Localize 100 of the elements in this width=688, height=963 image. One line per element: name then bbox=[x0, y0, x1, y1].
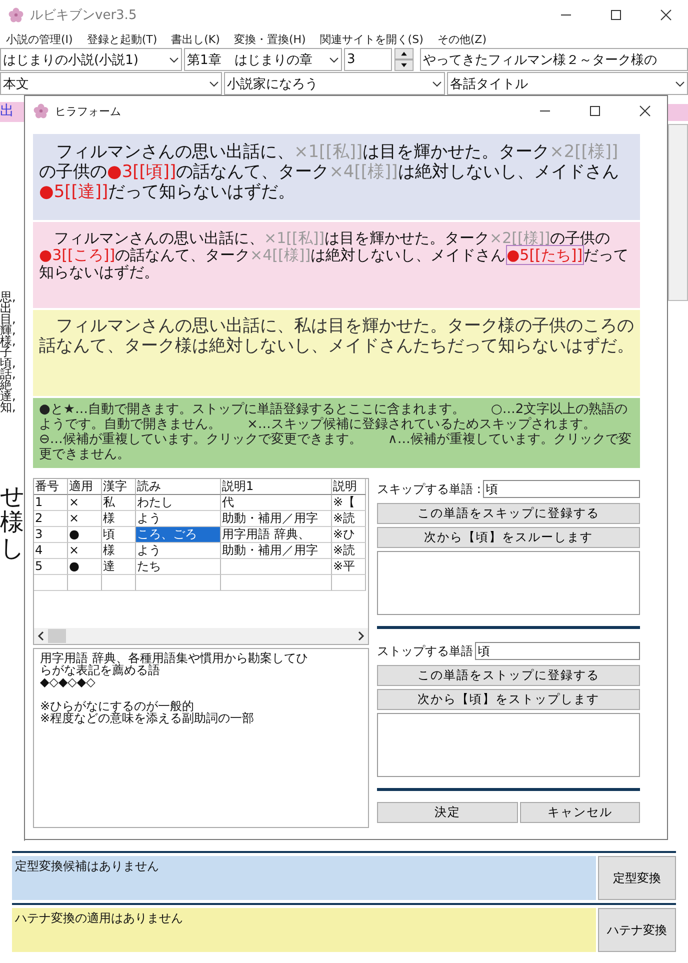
episode-number-field[interactable]: 3 bbox=[344, 48, 392, 71]
dialog-button[interactable]: キャンセル bbox=[520, 802, 640, 823]
table-cell: 用字用語 辞典、 bbox=[221, 527, 332, 543]
menu-item[interactable]: 変換・置換(H) bbox=[234, 32, 306, 46]
column-header[interactable]: 説明 bbox=[332, 479, 366, 495]
table-cell: 助動・補用／用字 bbox=[221, 511, 332, 527]
table-cell: ● bbox=[68, 527, 102, 543]
output-tab[interactable]: 出 bbox=[0, 102, 24, 122]
convert-button[interactable]: ハテナ変換 bbox=[598, 908, 676, 952]
detail-text: ※程度などの意味を添える副助詞の一部 bbox=[40, 712, 254, 724]
column-header[interactable]: 読み bbox=[136, 479, 221, 495]
reading-text-panel: フィルマンさんの思い出話に、×1[[私]]は目を輝かせた。ターク×2[[様]]の子供の ●3[[ころ]]の話なんて、ターク×4[[様]]は絶対しないし、メイドさん●5[[たち]]だって知らないはずだ。 bbox=[33, 222, 640, 308]
table-cell: × bbox=[68, 543, 102, 559]
table-cell: ※読 bbox=[332, 543, 366, 559]
column-header[interactable]: 漢字 bbox=[102, 479, 136, 495]
episode-title-field[interactable]: やってきたフィルマン様２～ターク様の bbox=[420, 48, 688, 71]
table-cell: 3 bbox=[34, 527, 68, 543]
column-header[interactable]: 番号 bbox=[34, 479, 68, 495]
spinner-icon[interactable] bbox=[394, 48, 414, 71]
scroll-thumb[interactable] bbox=[48, 629, 66, 643]
table-cell: ※ひ bbox=[332, 527, 366, 543]
table-cell: よう bbox=[136, 543, 221, 559]
caret-icon bbox=[432, 80, 442, 86]
close-icon[interactable] bbox=[639, 105, 651, 117]
dialog-title: ヒラフォーム bbox=[55, 104, 121, 118]
table-cell: 私 bbox=[102, 495, 136, 511]
legend-panel: ●と★…自動で開きます。ストップに単語登録するとここに含まれます。 ○…2文字以上の熟語のようです。自動で開きません。 ×…スキップ候補に登録されているためスキップされます。 ⊖…候補が重複しています。クリックで変更できます。 ∧…候補が重複しています。クリックで変更できません。 bbox=[33, 398, 640, 468]
maximize-icon[interactable] bbox=[610, 9, 622, 21]
column-header[interactable]: 説明1 bbox=[221, 479, 332, 495]
table-cell bbox=[332, 575, 366, 591]
skip-button[interactable]: 次から【頃】をスルーします bbox=[377, 527, 640, 548]
flower-icon bbox=[33, 103, 49, 119]
table-cell: 1 bbox=[34, 495, 68, 511]
table-cell bbox=[68, 575, 102, 591]
caret-icon bbox=[209, 80, 219, 86]
table-cell: たち bbox=[136, 559, 221, 575]
table-cell: ころ、ごろ bbox=[136, 527, 221, 543]
scrollbar[interactable] bbox=[668, 124, 688, 301]
word-item: 頃, bbox=[0, 358, 17, 369]
preview-text: 様 bbox=[0, 509, 24, 535]
title-mode-dropdown[interactable]: 各話タイトル bbox=[447, 72, 688, 95]
word-item: 思, bbox=[0, 292, 17, 303]
menu-item[interactable]: 関連サイトを開く(S) bbox=[320, 32, 424, 46]
table-cell: 5 bbox=[34, 559, 68, 575]
word-item: 出 bbox=[0, 303, 13, 314]
detail-text: ◆◇◆◇◆◇ bbox=[40, 676, 96, 688]
table-cell: わたし bbox=[136, 495, 221, 511]
column-header[interactable]: 適用 bbox=[68, 479, 102, 495]
word-item: 目, bbox=[0, 314, 17, 325]
skip-word-field[interactable]: 頃 bbox=[482, 480, 640, 498]
detail-text: 用字用語 辞典、各種用語集や慣用から勘案してひらがな表記を薦める語 bbox=[40, 652, 309, 676]
dialog-button[interactable]: 決定 bbox=[377, 802, 518, 823]
skip-list[interactable] bbox=[377, 551, 640, 615]
tab-strip bbox=[668, 104, 688, 121]
message-panel: 定型変換候補はありません bbox=[12, 856, 596, 900]
table-cell: ※読 bbox=[332, 511, 366, 527]
maximize-icon[interactable] bbox=[589, 105, 601, 117]
window-title: ルビキブンver3.5 bbox=[30, 7, 137, 24]
site-dropdown[interactable]: 小説家になろう bbox=[224, 72, 445, 95]
table-cell: 2 bbox=[34, 511, 68, 527]
convert-button[interactable]: 定型変換 bbox=[598, 856, 676, 900]
table-cell: 様 bbox=[102, 543, 136, 559]
word-item: 様, bbox=[0, 336, 17, 347]
word-item: 子 bbox=[0, 347, 13, 358]
menu-item[interactable]: 書出し(K) bbox=[171, 32, 220, 46]
table-cell: 様 bbox=[102, 511, 136, 527]
table-cell: ※平 bbox=[332, 559, 366, 575]
stop-word-label: ストップする単語 bbox=[377, 642, 473, 660]
chapter-dropdown[interactable]: 第1章 はじまりの章 bbox=[184, 48, 342, 71]
preview-text: せ bbox=[0, 483, 24, 509]
menu-item[interactable]: 小説の管理(I) bbox=[6, 32, 73, 46]
skip-word-label: スキップする単語 : bbox=[377, 480, 481, 498]
table-cell: 4 bbox=[34, 543, 68, 559]
word-item: 輝, bbox=[0, 325, 17, 336]
menu-item[interactable]: その他(Z) bbox=[437, 32, 486, 46]
table-cell: × bbox=[68, 511, 102, 527]
table-cell: 助動・補用／用字 bbox=[221, 543, 332, 559]
horizontal-scrollbar[interactable] bbox=[34, 628, 368, 644]
word-item: 知, bbox=[0, 402, 17, 413]
section-dropdown[interactable]: 本文 bbox=[0, 72, 222, 95]
caret-icon bbox=[675, 80, 685, 86]
table-cell: × bbox=[68, 495, 102, 511]
stop-button[interactable]: この単語をストップに登録する bbox=[377, 665, 640, 686]
stop-word-field[interactable]: 頃 bbox=[475, 642, 640, 660]
caret-icon bbox=[329, 56, 339, 62]
message-panel: ハテナ変換の適用はありません bbox=[12, 908, 596, 952]
caret-icon bbox=[169, 56, 179, 62]
novel-dropdown[interactable]: はじまりの小説(小説1) bbox=[0, 48, 182, 71]
table-cell: 代 bbox=[221, 495, 332, 511]
close-icon[interactable] bbox=[660, 9, 672, 21]
stop-list[interactable] bbox=[377, 713, 640, 777]
table-cell bbox=[102, 575, 136, 591]
menu-item[interactable]: 登録と起動(T) bbox=[86, 32, 158, 46]
stop-button[interactable]: 次から【頃】をストップします bbox=[377, 689, 640, 710]
table-cell bbox=[34, 575, 68, 591]
table-cell: 達 bbox=[102, 559, 136, 575]
table-cell: ● bbox=[68, 559, 102, 575]
word-item: 達, bbox=[0, 391, 17, 402]
skip-button[interactable]: この単語をスキップに登録する bbox=[377, 503, 640, 524]
result-text-panel: フィルマンさんの思い出話に、私は目を輝かせた。ターク様の子供のころの話なんて、ターク様は絶対しないし、メイドさんたちだって知らないはずだ。 bbox=[33, 310, 640, 396]
